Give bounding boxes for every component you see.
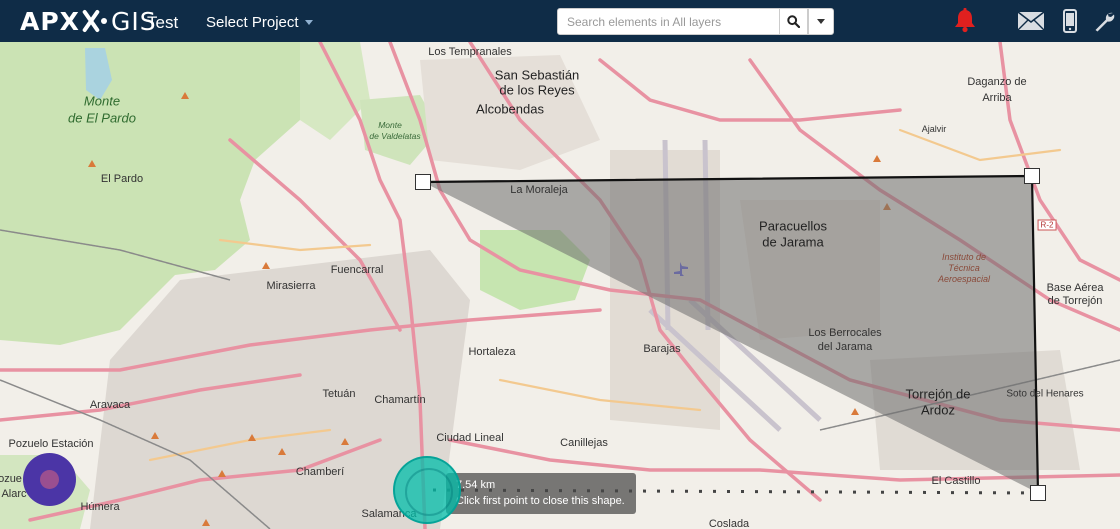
place-label: Mirasierra [266,280,316,292]
park-label: Monte [83,93,121,109]
place-label: Alarc [1,488,27,500]
place-label: Instituto de [941,252,987,262]
place-label: Ciudad Lineal [436,432,504,444]
place-label: Arriba [982,92,1012,104]
measure-hint: Click first point to close this shape. [456,495,625,507]
base-map-tiles [0,42,1120,529]
place-label: Hortaleza [468,346,516,358]
search-input[interactable] [557,8,780,35]
place-label: Aravaca [89,399,131,411]
park-label: de Valdelatas [369,131,421,141]
place-label: Los Berrocales [808,327,882,339]
place-label: del Jarama [817,341,873,353]
map-canvas[interactable]: Los Tempranales San Sebastián de los Rey… [0,42,1120,529]
search-layer-dropdown-button[interactable] [808,8,834,35]
settings-button[interactable] [1092,8,1116,34]
bell-icon [955,8,975,33]
wrench-icon [1095,12,1115,32]
place-label: Aeroespacial [937,274,991,284]
place-label: El Castillo [931,475,981,487]
place-label: La Moraleja [510,184,568,196]
place-label: Barajas [643,343,681,355]
place-label: Fuencarral [330,264,384,276]
place-label: Paracuellos [759,218,827,234]
project-name: Test [147,13,179,32]
park-label: Monte [378,120,402,130]
apxgis-logo[interactable]: APX GIS [20,4,157,38]
polygon-vertex-handle[interactable] [415,174,431,190]
place-label: Base Aérea [1046,282,1104,294]
logo-apx-text: APX [20,6,80,36]
place-label: Tetuán [322,388,356,400]
notifications-button[interactable] [952,8,978,34]
place-label: Torrejón de [905,386,971,402]
select-project-label: Select Project [206,14,299,31]
place-label: ozue [0,473,22,485]
place-label: de los Reyes [499,82,575,98]
place-label: San Sebastián [494,67,580,83]
top-navbar: APX GIS Test Select Project [0,0,1120,42]
place-label: Ajalvir [921,124,947,134]
polygon-vertex-handle[interactable] [1030,485,1046,501]
place-label: Los Tempranales [428,46,512,58]
place-label: Pozuelo Estación [8,438,94,450]
draw-cursor-marker [393,456,461,524]
messages-button[interactable] [1016,8,1045,34]
place-label: Daganzo de [967,76,1027,88]
search-icon [787,15,800,28]
place-label: Coslada [708,518,750,529]
logo-dot [100,18,107,24]
place-label: Técnica [948,263,980,273]
road-shield: R-2 [1037,219,1057,231]
place-label: Chamartín [374,394,426,406]
search-button[interactable] [780,8,808,35]
select-project-dropdown[interactable]: Select Project [206,14,313,31]
place-label: Ardoz [921,402,955,418]
caret-down-icon [304,20,313,25]
place-label: El Pardo [100,173,144,185]
polygon-vertex-handle[interactable] [1024,168,1040,184]
user-location-marker[interactable] [23,453,76,506]
envelope-icon [1017,11,1044,31]
place-label: Alcobendas [476,101,544,117]
place-label: de Torrejón [1047,295,1103,307]
measure-distance: 7.54 km [456,479,496,491]
park-label: de El Pardo [68,110,136,126]
mobile-phone-icon [1063,9,1077,33]
caret-down-icon [817,19,825,24]
place-label: Húmera [80,501,120,513]
place-label: Chamberí [295,466,345,478]
search-bar [557,8,834,35]
measure-tooltip: 7.54 km Click first point to close this … [446,473,636,514]
place-label: Soto del Henares [1006,388,1084,400]
mobile-app-button[interactable] [1060,8,1080,34]
place-label: de Jarama [762,234,824,250]
logo-x-mark [81,10,99,32]
place-label: Canillejas [560,437,608,449]
